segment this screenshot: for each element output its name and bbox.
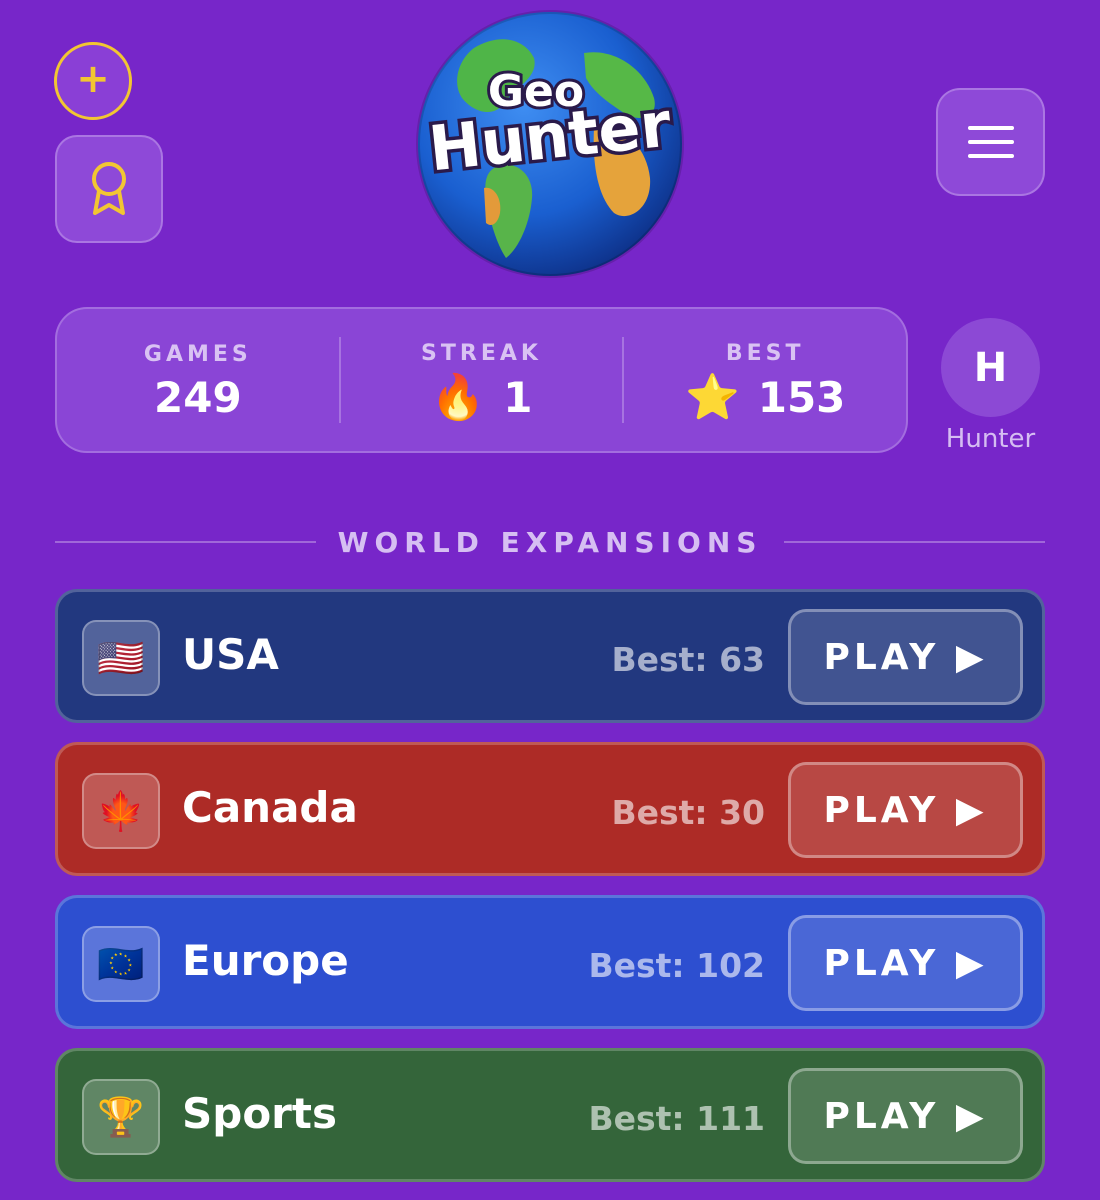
home-screen: + Geo Hunter GAMES 249 STREAK 🔥 1 BEST ⭐… — [0, 0, 1100, 1200]
plus-icon: + — [76, 56, 110, 102]
play-button[interactable]: PLAY ▶ — [788, 915, 1023, 1011]
fire-icon: 🔥 — [430, 371, 486, 423]
expansion-best-score: Best: 63 — [611, 640, 765, 679]
expansion-name: Canada — [182, 783, 358, 832]
ribbon-award-icon — [92, 162, 126, 215]
stat-best-label: BEST — [725, 340, 805, 366]
expansion-name: Sports — [182, 1089, 337, 1138]
avatar[interactable]: H — [941, 318, 1040, 417]
achievements-button[interactable] — [55, 135, 163, 243]
geo-hunter-logo: Geo Hunter — [416, 10, 684, 278]
stat-games: GAMES 249 — [57, 309, 339, 451]
trophy-icon: 🏆 — [82, 1079, 160, 1155]
expansion-best-score: Best: 111 — [588, 1099, 765, 1138]
profile-name: Hunter — [945, 424, 1036, 454]
stats-card: GAMES 249 STREAK 🔥 1 BEST ⭐ 153 — [55, 307, 908, 453]
play-button[interactable]: PLAY ▶ — [788, 1068, 1023, 1164]
play-button[interactable]: PLAY ▶ — [788, 762, 1023, 858]
stat-games-label: GAMES — [143, 341, 252, 367]
expansion-best-score: Best: 102 — [588, 946, 765, 985]
expansion-card-europe[interactable]: 🇪🇺 Europe Best: 102 PLAY ▶ — [55, 895, 1045, 1029]
usa-flag-icon: 🇺🇸 — [82, 620, 160, 696]
streak-count: 1 — [503, 372, 533, 422]
eu-flag-icon: 🇪🇺 — [82, 926, 160, 1002]
maple-leaf-icon: 🍁 — [82, 773, 160, 849]
best-score: 153 — [757, 372, 846, 422]
games-count: 249 — [154, 372, 242, 422]
divider-line — [784, 541, 1045, 543]
section-header: WORLD EXPANSIONS — [55, 522, 1045, 562]
section-title: WORLD EXPANSIONS — [337, 525, 763, 559]
expansion-name: USA — [182, 630, 279, 679]
expansion-card-canada[interactable]: 🍁 Canada Best: 30 PLAY ▶ — [55, 742, 1045, 876]
expansion-best-score: Best: 30 — [611, 793, 765, 832]
divider-line — [55, 541, 316, 543]
stat-streak-label: STREAK — [421, 340, 542, 366]
hamburger-menu-icon — [967, 126, 1014, 158]
stat-games-value: 249 — [154, 372, 242, 422]
stat-streak-value: 🔥 1 — [430, 371, 533, 423]
star-icon: ⭐ — [684, 371, 740, 423]
stat-best: BEST ⭐ 153 — [624, 309, 906, 451]
menu-button[interactable] — [936, 88, 1045, 196]
expansion-name: Europe — [182, 936, 349, 985]
add-button[interactable]: + — [54, 42, 132, 120]
expansion-card-sports[interactable]: 🏆 Sports Best: 111 PLAY ▶ — [55, 1048, 1045, 1182]
expansion-card-usa[interactable]: 🇺🇸 USA Best: 63 PLAY ▶ — [55, 589, 1045, 723]
stat-streak: STREAK 🔥 1 — [341, 309, 623, 451]
stat-best-value: ⭐ 153 — [684, 371, 846, 423]
play-button[interactable]: PLAY ▶ — [788, 609, 1023, 705]
